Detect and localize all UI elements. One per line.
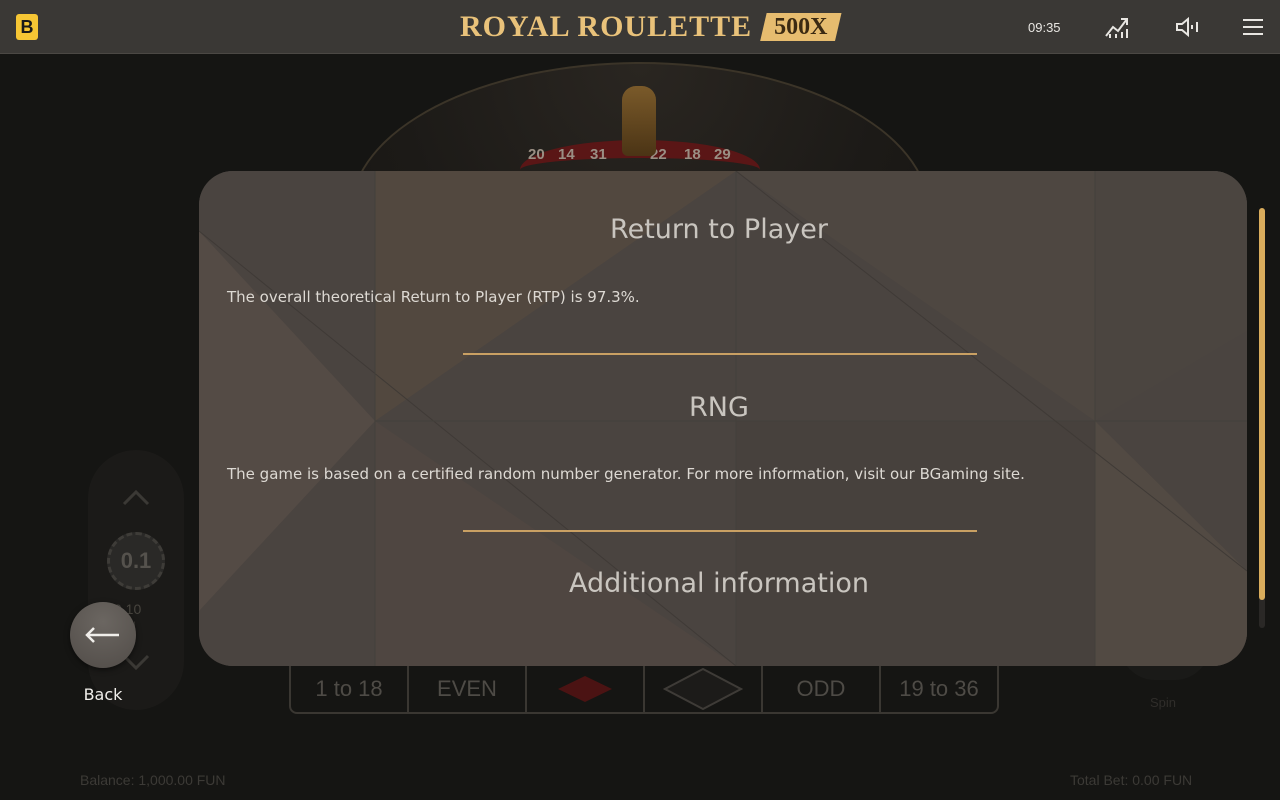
wheel-number: 20 [528,146,545,163]
section-divider [463,530,977,532]
modal-content: Return to Player The overall theoretical… [199,171,1247,666]
clock: 09:35 [1028,20,1061,35]
section-title-rtp: Return to Player [610,214,828,245]
wheel-number: 29 [714,146,731,163]
red-diamond-icon [558,676,612,702]
bet-odd[interactable]: ODD [763,666,881,712]
section-text-rtp: The overall theoretical Return to Player… [227,288,640,306]
wheel-spindle [622,86,656,156]
wheel-number: 14 [558,146,575,163]
modal-scrollbar[interactable] [1259,208,1265,628]
section-text-rng: The game is based on a certified random … [227,465,1025,483]
scrollbar-thumb[interactable] [1259,208,1265,600]
bet-black[interactable] [645,666,763,712]
chip-value[interactable]: 0.1 [107,532,165,590]
total-bet-display: Total Bet: 0.00 FUN [1070,772,1193,788]
chevron-up-icon[interactable] [120,488,152,513]
bet-red[interactable] [527,666,645,712]
stats-icon[interactable] [1104,14,1130,40]
section-divider [463,353,977,355]
bet-19-to-36[interactable]: 19 to 36 [881,666,997,712]
section-title-rng: RNG [689,392,749,423]
black-diamond-icon [662,667,744,711]
game-title-text: ROYAL ROULETTE [460,10,753,43]
back-button[interactable] [70,602,136,668]
top-bar: B ROYAL ROULETTE 500X 09:35 [0,0,1280,54]
rules-modal: Return to Player The overall theoretical… [199,171,1247,666]
bet-1-to-18[interactable]: 1 to 18 [291,666,409,712]
spin-label: Spin [1150,695,1177,710]
balance-display: Balance: 1,000.00 FUN [80,772,226,788]
menu-icon[interactable] [1240,14,1266,40]
back-label[interactable]: Back [70,685,136,704]
arrow-left-icon [85,627,119,643]
sound-icon[interactable] [1174,14,1200,40]
section-title-additional-info: Additional information [569,568,869,599]
game-title-badge: 500X [760,13,842,41]
outside-bets-row: 1 to 18 EVEN ODD 19 to 36 [289,664,999,714]
wheel-number: 31 [590,146,607,163]
bet-even[interactable]: EVEN [409,666,527,712]
game-title: ROYAL ROULETTE 500X [460,10,842,44]
wheel-number: 18 [684,146,701,163]
game-screen: 20 14 31 22 18 29 0.1 0.10 N 1 to 18 EVE… [0,0,1280,800]
bgaming-logo: B [16,14,38,40]
